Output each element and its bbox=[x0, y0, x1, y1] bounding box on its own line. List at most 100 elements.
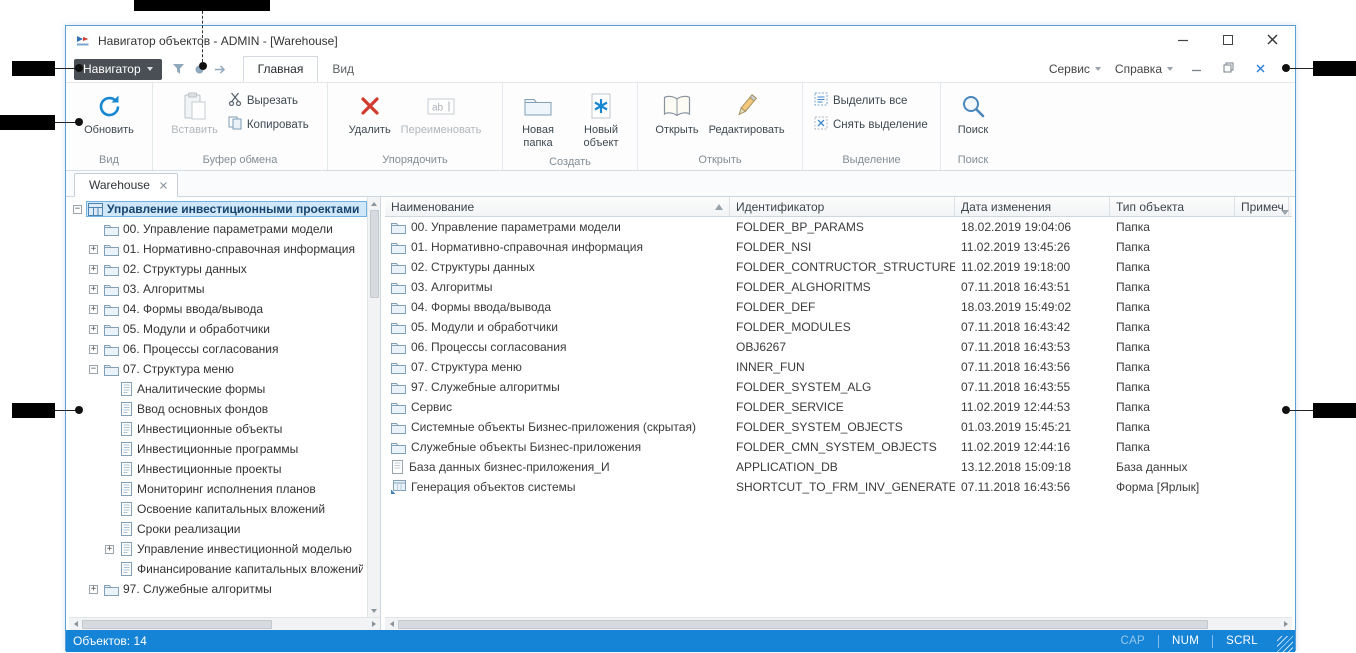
document-tab-warehouse[interactable]: Warehouse bbox=[74, 173, 178, 197]
menu-help[interactable]: Справка bbox=[1115, 62, 1173, 76]
tree-item[interactable]: +97. Служебные алгоритмы bbox=[69, 579, 367, 599]
tree-item[interactable]: Аналитические формы bbox=[69, 379, 367, 399]
expand-icon[interactable]: + bbox=[89, 585, 98, 594]
copy-button[interactable]: Копировать bbox=[224, 115, 313, 134]
table-row[interactable]: Системные объекты Бизнес-приложения (скр… bbox=[385, 417, 1292, 437]
scroll-up-icon[interactable] bbox=[368, 197, 381, 210]
filter-icon[interactable] bbox=[172, 63, 185, 75]
refresh-button[interactable]: Обновить bbox=[80, 87, 138, 138]
paste-button[interactable]: Вставить bbox=[167, 87, 222, 138]
close-button[interactable] bbox=[1250, 26, 1295, 56]
tree-item-label: Управление инвестиционными проектами и п… bbox=[107, 202, 363, 216]
column-chooser-icon[interactable] bbox=[1281, 204, 1289, 218]
expand-icon[interactable]: + bbox=[105, 545, 114, 554]
edit-button[interactable]: Редактировать bbox=[705, 87, 789, 138]
tree-vertical-scrollbar[interactable] bbox=[367, 197, 380, 617]
tree-item[interactable]: − Управление инвестиционными проектами и … bbox=[69, 199, 367, 219]
scroll-left-icon[interactable] bbox=[385, 618, 398, 631]
cell-text: 04. Формы ввода/вывода bbox=[411, 300, 551, 314]
name-cell: 05. Модули и обработчики bbox=[385, 320, 730, 334]
column-header[interactable]: Идентификатор bbox=[730, 197, 955, 216]
maximize-button[interactable] bbox=[1205, 26, 1250, 56]
tree-item[interactable]: Финансирование капитальных вложений bbox=[69, 559, 367, 579]
table-row[interactable]: СервисFOLDER_SERVICE11.02.2019 12:44:53П… bbox=[385, 397, 1292, 417]
grid-horizontal-scrollbar[interactable] bbox=[385, 617, 1292, 630]
table-row[interactable]: 01. Нормативно-справочная информацияFOLD… bbox=[385, 237, 1292, 257]
scrollbar-thumb[interactable] bbox=[82, 620, 272, 629]
name-cell: 06. Процессы согласования bbox=[385, 340, 730, 354]
tree-item[interactable]: Инвестиционные проекты bbox=[69, 459, 367, 479]
expand-icon[interactable]: + bbox=[89, 285, 98, 294]
new-object-button[interactable]: Новый объект bbox=[570, 87, 632, 152]
scroll-right-icon[interactable] bbox=[367, 618, 380, 631]
tree-horizontal-scrollbar[interactable] bbox=[69, 617, 380, 630]
tab-close-icon[interactable] bbox=[160, 182, 167, 189]
mdi-restore-button[interactable] bbox=[1219, 61, 1237, 78]
folder-icon bbox=[104, 583, 119, 596]
column-header[interactable]: Дата изменения bbox=[955, 197, 1110, 216]
table-row[interactable]: 07. Структура менюINNER_FUN07.11.2018 16… bbox=[385, 357, 1292, 377]
select-all-button[interactable]: Выделить все bbox=[810, 91, 932, 110]
scroll-down-icon[interactable] bbox=[368, 604, 381, 617]
tree-item[interactable]: +02. Структуры данных bbox=[69, 259, 367, 279]
tree-item[interactable]: +01. Нормативно-справочная информация bbox=[69, 239, 367, 259]
expand-icon[interactable]: + bbox=[89, 265, 98, 274]
table-row[interactable]: Генерация объектов системыSHORTCUT_TO_FR… bbox=[385, 477, 1292, 497]
tab-view[interactable]: Вид bbox=[318, 56, 368, 82]
scroll-left-icon[interactable] bbox=[69, 618, 82, 631]
expand-icon[interactable]: + bbox=[89, 325, 98, 334]
expand-icon[interactable]: + bbox=[89, 245, 98, 254]
mdi-close-button[interactable] bbox=[1251, 61, 1269, 78]
scrollbar-thumb[interactable] bbox=[398, 620, 1208, 629]
tree-item[interactable]: Мониторинг исполнения планов bbox=[69, 479, 367, 499]
new-folder-button[interactable]: Новая папка bbox=[508, 87, 568, 151]
tree-item[interactable]: +Управление инвестиционной моделью bbox=[69, 539, 367, 559]
table-row[interactable]: 02. Структуры данныхFOLDER_CONTRUCTOR_ST… bbox=[385, 257, 1292, 277]
tab-home[interactable]: Главная bbox=[243, 56, 319, 82]
table-row[interactable]: 05. Модули и обработчикиFOLDER_MODULES07… bbox=[385, 317, 1292, 337]
table-row[interactable]: Служебные объекты Бизнес-приложенияFOLDE… bbox=[385, 437, 1292, 457]
modified-cell: 18.02.2019 19:04:06 bbox=[955, 220, 1110, 234]
folder-icon bbox=[104, 223, 119, 236]
tree-item[interactable]: Ввод основных фондов bbox=[69, 399, 367, 419]
cut-button[interactable]: Вырезать bbox=[224, 91, 313, 110]
resize-grip[interactable] bbox=[1277, 636, 1293, 652]
refresh-label: Обновить bbox=[84, 124, 134, 137]
collapse-icon[interactable]: − bbox=[73, 205, 82, 214]
table-row[interactable]: База данных бизнес-приложения_ИAPPLICATI… bbox=[385, 457, 1292, 477]
tree-item[interactable]: Сроки реализации bbox=[69, 519, 367, 539]
mdi-minimize-button[interactable] bbox=[1187, 61, 1205, 78]
rename-button[interactable]: ab Переименовать bbox=[397, 87, 486, 138]
scrollbar-thumb[interactable] bbox=[370, 210, 379, 298]
collapse-icon[interactable]: − bbox=[89, 365, 98, 374]
column-header[interactable]: Наименование bbox=[385, 197, 730, 216]
minimize-button[interactable] bbox=[1160, 26, 1205, 56]
table-row[interactable]: 03. АлгоритмыFOLDER_ALGHORITMS07.11.2018… bbox=[385, 277, 1292, 297]
tree-item[interactable]: Инвестиционные объекты bbox=[69, 419, 367, 439]
forward-arrow-icon[interactable] bbox=[214, 64, 227, 75]
navigator-menu-button[interactable]: Навигатор bbox=[74, 59, 162, 80]
tree-item[interactable]: +06. Процессы согласования bbox=[69, 339, 367, 359]
open-button[interactable]: Открыть bbox=[651, 87, 702, 139]
search-button[interactable]: Поиск bbox=[954, 87, 992, 138]
cell-text: 02. Структуры данных bbox=[411, 260, 535, 274]
tree-item[interactable]: +05. Модули и обработчики bbox=[69, 319, 367, 339]
deselect-button[interactable]: Снять выделение bbox=[810, 115, 932, 134]
expand-icon[interactable]: + bbox=[89, 345, 98, 354]
table-row[interactable]: 04. Формы ввода/выводаFOLDER_DEF18.03.20… bbox=[385, 297, 1292, 317]
tree-item[interactable]: Инвестиционные программы bbox=[69, 439, 367, 459]
menu-service[interactable]: Сервис bbox=[1049, 62, 1101, 76]
tree-item[interactable]: 00. Управление параметрами модели bbox=[69, 219, 367, 239]
delete-button[interactable]: Удалить bbox=[345, 87, 395, 138]
scroll-right-icon[interactable] bbox=[1279, 618, 1292, 631]
table-row[interactable]: 06. Процессы согласованияOBJ626707.11.20… bbox=[385, 337, 1292, 357]
table-row[interactable]: 97. Служебные алгоритмыFOLDER_SYSTEM_ALG… bbox=[385, 377, 1292, 397]
tree-item[interactable]: −07. Структура меню bbox=[69, 359, 367, 379]
expand-icon[interactable]: + bbox=[89, 305, 98, 314]
column-header[interactable]: Тип объекта bbox=[1110, 197, 1235, 216]
column-header-label: Примеч bbox=[1241, 200, 1284, 214]
tree-item[interactable]: Освоение капитальных вложений bbox=[69, 499, 367, 519]
table-row[interactable]: 00. Управление параметрами моделиFOLDER_… bbox=[385, 217, 1292, 237]
tree-item[interactable]: +04. Формы ввода/вывода bbox=[69, 299, 367, 319]
tree-item[interactable]: +03. Алгоритмы bbox=[69, 279, 367, 299]
